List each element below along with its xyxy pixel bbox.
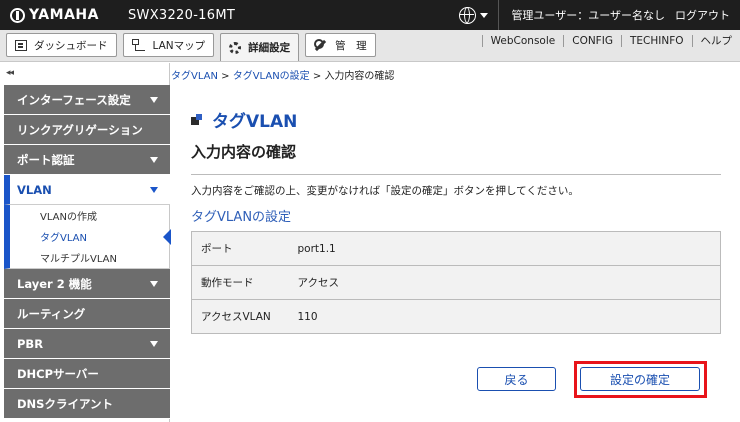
globe-icon — [459, 6, 477, 24]
chevron-down-icon — [150, 187, 158, 193]
settings-table: ポート port1.1 動作モード アクセス アクセスVLAN 110 — [191, 231, 721, 334]
main-content: タグVLAN > タグVLANの設定 > 入力内容の確認 タグVLAN 入力内容… — [171, 63, 740, 422]
sidebar: ◂◂ インターフェース設定 リンクアグリゲーション ポート認証 VLAN VLA… — [0, 63, 171, 422]
breadcrumb: タグVLAN > タグVLANの設定 > 入力内容の確認 — [171, 67, 394, 82]
table-value-access-vlan: 110 — [287, 299, 721, 334]
tab-lan-map-label: LANマップ — [152, 39, 206, 52]
sidebar-item-link-aggregation[interactable]: リンクアグリゲーション — [4, 115, 170, 145]
tab-dashboard[interactable]: ダッシュボード — [6, 33, 117, 57]
logout-link[interactable]: ログアウト — [675, 7, 730, 23]
lan-map-icon — [131, 39, 146, 51]
sidebar-collapse-button[interactable]: ◂◂ — [0, 63, 169, 85]
sidebar-item-routing[interactable]: ルーティング — [4, 299, 170, 329]
tab-lan-map[interactable]: LANマップ — [122, 33, 215, 57]
chevron-down-icon — [150, 97, 158, 103]
sidebar-item-layer2[interactable]: Layer 2 機能 — [4, 269, 170, 299]
webconsole-link[interactable]: WebConsole — [481, 34, 564, 47]
sidebar-item-label: リンクアグリゲーション — [17, 122, 143, 137]
tab-advanced-settings[interactable]: 詳細設定 — [220, 33, 300, 61]
sidebar-item-dns-client[interactable]: DNSクライアント — [4, 389, 170, 419]
sidebar-subitem-vlan-create[interactable]: VLANの作成 — [10, 205, 170, 226]
back-button[interactable]: 戻る — [477, 367, 556, 391]
chevron-down-icon — [150, 341, 158, 347]
sidebar-item-dhcp-server[interactable]: DHCPサーバー — [4, 359, 170, 389]
help-link[interactable]: ヘルプ — [691, 34, 740, 47]
table-row: アクセスVLAN 110 — [191, 299, 721, 334]
tab-management[interactable]: 管 理 — [305, 33, 376, 57]
table-row: ポート port1.1 — [191, 231, 721, 266]
settings-subtitle: タグVLANの設定 — [191, 210, 292, 225]
sidebar-subitem-tag-vlan[interactable]: タグVLAN — [10, 226, 171, 247]
wrench-icon — [314, 38, 327, 52]
sidebar-subitem-multiple-vlan[interactable]: マルチプルVLAN — [10, 247, 170, 268]
breadcrumb-separator: > — [309, 71, 325, 82]
sidebar-item-port-auth[interactable]: ポート認証 — [4, 145, 170, 175]
breadcrumb-current: 入力内容の確認 — [324, 71, 395, 82]
sidebar-item-label: ポート認証 — [17, 152, 75, 167]
sidebar-item-interface[interactable]: インターフェース設定 — [4, 85, 170, 115]
sidebar-item-pbr[interactable]: PBR — [4, 329, 170, 359]
sidebar-item-label: インターフェース設定 — [17, 92, 131, 107]
sidebar-item-vlan[interactable]: VLAN — [4, 175, 170, 205]
top-bar: YAMAHA SWX3220-16MT 管理ユーザー：ユーザー名なし ログアウト — [0, 0, 740, 30]
brand-name: YAMAHA — [29, 7, 99, 23]
table-key-port: ポート — [191, 231, 288, 266]
language-selector[interactable] — [451, 0, 500, 30]
instruction-text: 入力内容をご確認の上、変更がなければ「設定の確定」ボタンを押してください。 — [191, 185, 579, 197]
model-name: SWX3220-16MT — [128, 7, 236, 23]
sidebar-item-label: Layer 2 機能 — [17, 276, 92, 291]
sidebar-item-label: DNSクライアント — [17, 396, 113, 411]
page-title-icon — [191, 114, 202, 125]
chevron-down-icon — [150, 157, 158, 163]
table-key-access-vlan: アクセスVLAN — [191, 299, 288, 334]
vlan-submenu: VLANの作成 タグVLAN マルチプルVLAN — [4, 205, 171, 269]
section-title: 入力内容の確認 — [191, 143, 297, 161]
page-title: タグVLAN — [191, 107, 297, 132]
confirm-settings-button[interactable]: 設定の確定 — [580, 367, 700, 391]
sidebar-item-label: VLAN — [17, 182, 52, 197]
table-value-port: port1.1 — [287, 231, 721, 266]
breadcrumb-separator: > — [217, 71, 233, 82]
config-link[interactable]: CONFIG — [563, 34, 621, 47]
nav-bar: ダッシュボード LANマップ 詳細設定 管 理 WebConsole CONFI… — [0, 30, 740, 62]
yamaha-logo-icon — [10, 7, 25, 23]
tab-management-label: 管 理 — [335, 39, 367, 52]
dashboard-icon — [15, 39, 27, 51]
techinfo-link[interactable]: TECHINFO — [620, 34, 692, 47]
page-title-text: タグVLAN — [212, 112, 298, 132]
tab-dashboard-label: ダッシュボード — [34, 39, 108, 52]
sidebar-item-label: DHCPサーバー — [17, 366, 99, 381]
chevron-down-icon — [480, 12, 489, 18]
breadcrumb-tag-vlan-settings[interactable]: タグVLANの設定 — [233, 71, 310, 82]
divider — [191, 174, 721, 175]
table-value-mode: アクセス — [287, 265, 721, 300]
yamaha-logo: YAMAHA — [10, 7, 118, 23]
gear-icon — [229, 41, 242, 54]
chevron-down-icon — [150, 281, 158, 287]
user-name: 管理ユーザー：ユーザー名なし — [511, 9, 665, 22]
table-key-mode: 動作モード — [191, 265, 288, 300]
sidebar-item-label: PBR — [17, 336, 44, 351]
table-row: 動作モード アクセス — [191, 265, 721, 300]
tab-advanced-settings-label: 詳細設定 — [248, 42, 291, 54]
sidebar-item-label: ルーティング — [17, 306, 86, 321]
breadcrumb-tag-vlan[interactable]: タグVLAN — [171, 71, 218, 82]
